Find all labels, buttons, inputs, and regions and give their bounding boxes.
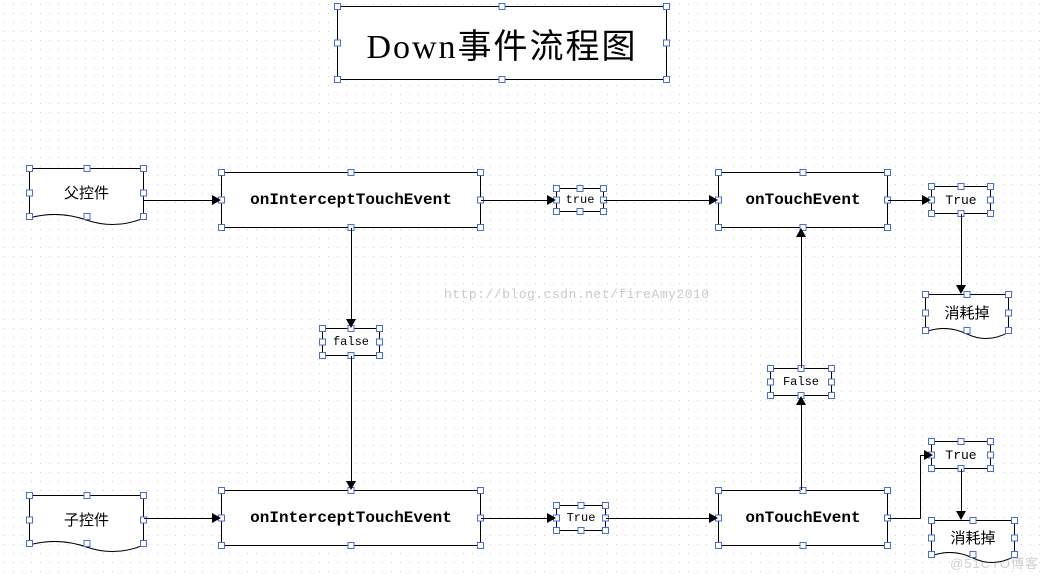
corner-mark: @51CTO博客: [950, 553, 1039, 572]
label-cond-true-top: true: [560, 191, 601, 209]
arrowhead-down-icon: [956, 285, 966, 294]
edge: [801, 237, 802, 368]
label-child-touch: onTouchEvent: [739, 507, 866, 529]
diagram-title-box: Down事件流程图: [337, 6, 667, 80]
node-parent-touch: onTouchEvent: [718, 172, 888, 228]
edge: [606, 518, 709, 519]
edge: [961, 214, 962, 285]
label-cond-false-right: False: [777, 373, 825, 391]
arrowhead-right-icon: [547, 195, 556, 205]
node-child-doc: 子控件: [29, 495, 144, 543]
arrowhead-up-icon: [796, 228, 806, 237]
node-child-intercept: onInterceptTouchEvent: [221, 490, 481, 546]
node-cond-true-bottom: True: [556, 505, 606, 531]
node-out-consume-bottom: 消耗掉: [931, 520, 1015, 554]
arrowhead-right-icon: [924, 450, 933, 460]
arrowhead-right-icon: [212, 513, 221, 523]
edge: [144, 200, 212, 201]
label-child-intercept: onInterceptTouchEvent: [244, 507, 458, 529]
node-cond-false-mid: false: [322, 328, 380, 356]
node-cond-true-top: true: [556, 188, 604, 212]
node-out-true-top: True: [931, 186, 991, 214]
arrowhead-up-icon: [796, 396, 806, 405]
arrowhead-right-icon: [922, 195, 931, 205]
diagram-title: Down事件流程图: [360, 17, 643, 70]
node-parent-doc: 父控件: [29, 168, 144, 216]
edge: [351, 356, 352, 481]
watermark-text: http://blog.csdn.net/fireAmy2010: [444, 287, 710, 302]
edge: [144, 518, 212, 519]
edge: [481, 518, 547, 519]
node-out-consume-top: 消耗掉: [925, 294, 1009, 330]
edge: [888, 200, 922, 201]
label-out-consume-top: 消耗掉: [938, 300, 995, 325]
label-out-true-top: True: [939, 191, 982, 210]
edge: [961, 469, 962, 511]
label-parent-doc: 父控件: [58, 180, 115, 205]
arrowhead-right-icon: [709, 195, 718, 205]
label-cond-true-bottom: True: [561, 509, 602, 527]
node-cond-false-right: False: [770, 368, 832, 396]
arrowhead-right-icon: [212, 195, 221, 205]
label-parent-intercept: onInterceptTouchEvent: [244, 189, 458, 211]
edge: [351, 228, 352, 319]
label-parent-touch: onTouchEvent: [739, 189, 866, 211]
arrowhead-down-icon: [346, 319, 356, 328]
arrowhead-down-icon: [346, 481, 356, 490]
label-cond-false-mid: false: [327, 333, 375, 351]
edge: [920, 455, 921, 519]
node-child-touch: onTouchEvent: [718, 490, 888, 546]
label-out-true-bottom: True: [939, 446, 982, 465]
edge: [888, 518, 920, 519]
edge: [604, 200, 709, 201]
arrowhead-right-icon: [547, 513, 556, 523]
label-out-consume-bottom: 消耗掉: [944, 525, 1001, 550]
edge: [801, 405, 802, 490]
arrowhead-down-icon: [956, 511, 966, 520]
node-parent-intercept: onInterceptTouchEvent: [221, 172, 481, 228]
node-out-true-bottom: True: [931, 441, 991, 469]
label-child-doc: 子控件: [58, 507, 115, 532]
edge: [481, 200, 547, 201]
arrowhead-right-icon: [709, 513, 718, 523]
